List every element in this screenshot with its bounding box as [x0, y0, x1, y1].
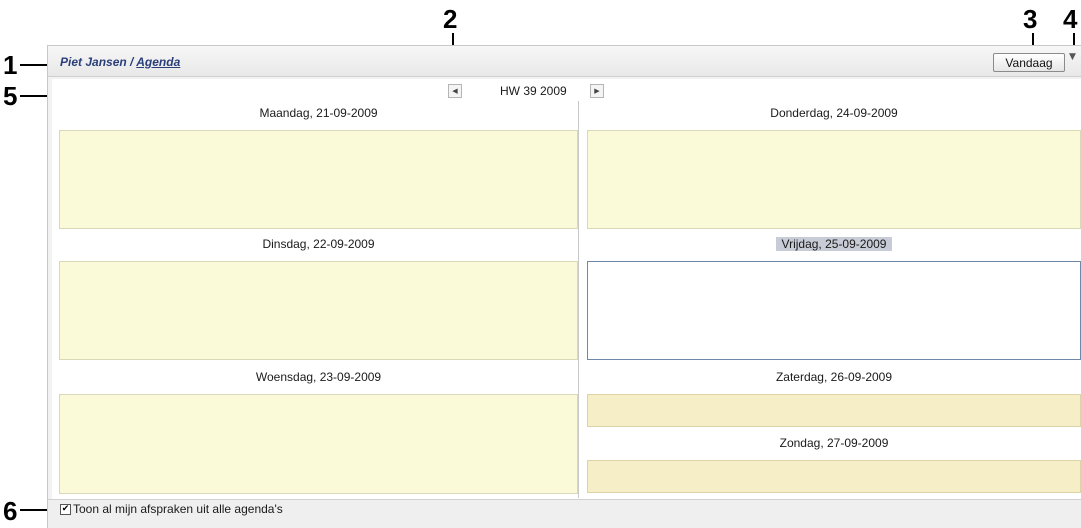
- breadcrumb-separator: /: [126, 55, 137, 69]
- day-title-monday: Maandag, 21-09-2009: [259, 106, 378, 120]
- breadcrumb-user[interactable]: Piet Jansen: [60, 55, 127, 69]
- day-title-sunday: Zondag, 27-09-2009: [779, 436, 889, 450]
- day-slot-sunday[interactable]: [587, 460, 1081, 493]
- arrow-left-icon: ◀: [452, 87, 458, 95]
- callout-1: 1: [3, 50, 18, 80]
- day-title-tuesday: Dinsdag, 22-09-2009: [262, 237, 375, 251]
- next-week-button[interactable]: ▶: [590, 84, 604, 98]
- day-title-thursday: Donderdag, 24-09-2009: [770, 106, 898, 120]
- day-slot-saturday[interactable]: [587, 394, 1081, 427]
- column-divider: [578, 101, 579, 498]
- callout-5: 5: [3, 81, 18, 111]
- day-title-wednesday: Woensdag, 23-09-2009: [255, 370, 382, 384]
- previous-week-button[interactable]: ◀: [448, 84, 462, 98]
- day-slot-friday[interactable]: [587, 261, 1081, 360]
- day-slot-wednesday[interactable]: [59, 394, 578, 494]
- day-title-friday-label: Vrijdag, 25-09-2009: [775, 237, 893, 251]
- show-all-appointments-checkbox[interactable]: ✔: [60, 504, 71, 515]
- callout-2: 2: [443, 4, 458, 34]
- day-title-friday: Vrijdag, 25-09-2009: [587, 237, 1081, 251]
- callout-3: 3: [1023, 4, 1038, 34]
- day-slot-monday[interactable]: [59, 130, 578, 229]
- week-label: HW 39 2009: [500, 84, 567, 98]
- breadcrumb-agenda-link[interactable]: Agenda: [136, 55, 180, 69]
- callout-4: 4: [1063, 4, 1078, 34]
- top-toolbar: [48, 46, 1081, 77]
- chevron-down-icon[interactable]: ▼: [1069, 52, 1076, 62]
- breadcrumb: Piet Jansen / Agenda: [60, 55, 180, 69]
- today-button[interactable]: Vandaag: [993, 53, 1065, 72]
- day-title-saturday: Zaterdag, 26-09-2009: [775, 370, 893, 384]
- arrow-right-icon: ▶: [594, 87, 600, 95]
- callout-6: 6: [3, 496, 18, 526]
- day-slot-tuesday[interactable]: [59, 261, 578, 360]
- show-all-appointments-label[interactable]: Toon al mijn afspraken uit alle agenda's: [73, 502, 283, 516]
- day-slot-thursday[interactable]: [587, 130, 1081, 229]
